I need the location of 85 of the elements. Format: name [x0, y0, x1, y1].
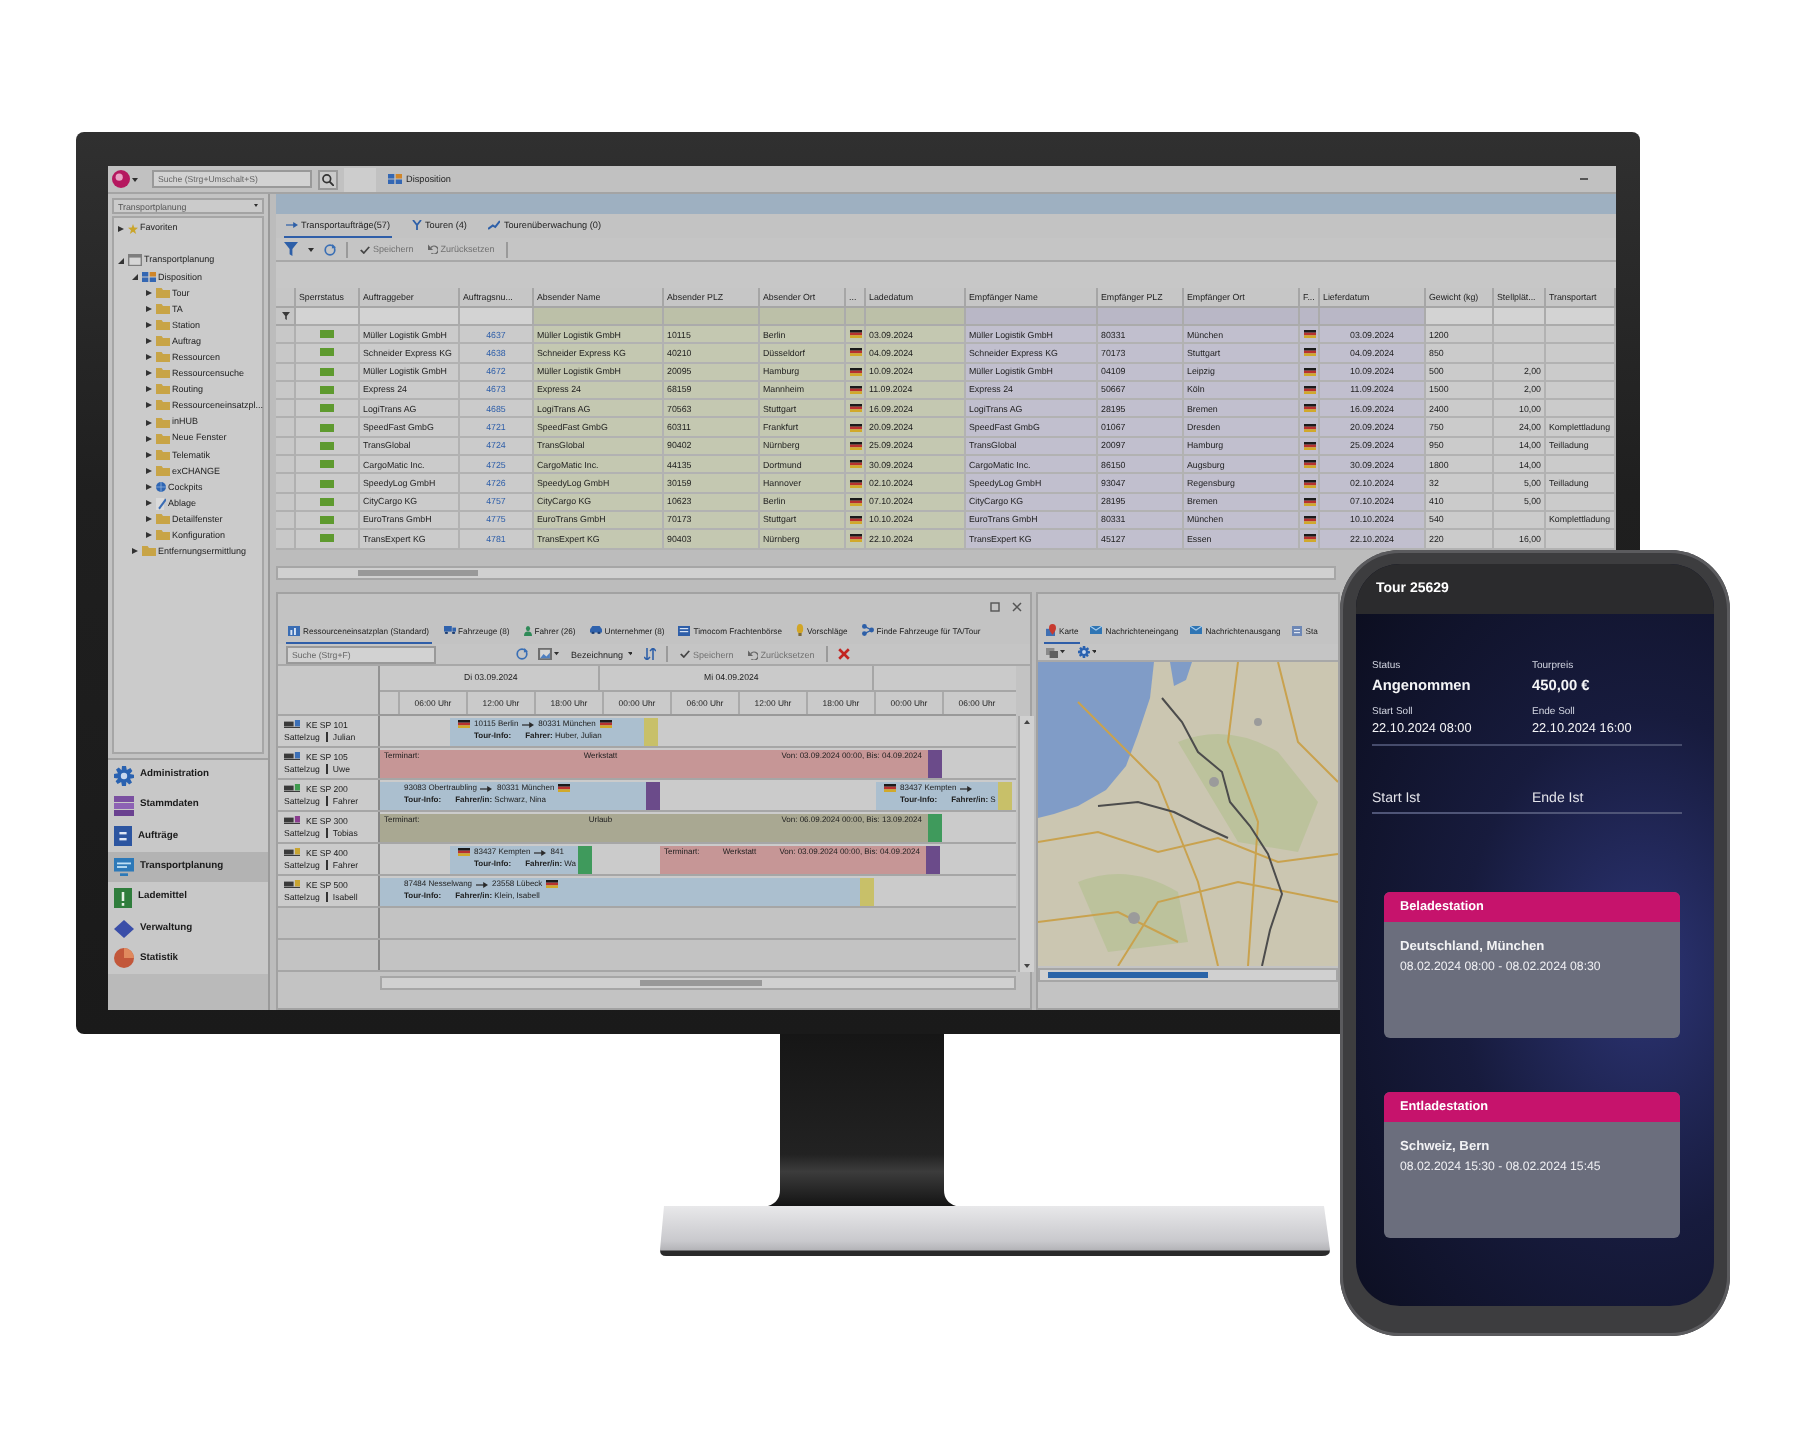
delete-icon[interactable]: [838, 648, 851, 660]
filter-field[interactable]: [360, 308, 460, 326]
diamond-icon: [114, 919, 134, 938]
pie-chart-icon: [114, 948, 134, 969]
check-icon: [680, 650, 691, 658]
maximize-icon[interactable]: [990, 601, 1000, 611]
filter-field[interactable]: [534, 308, 664, 326]
filter-icon[interactable]: [284, 242, 298, 256]
undo-icon: [427, 244, 438, 254]
caret-icon: [554, 652, 559, 656]
table-cell: [1546, 344, 1616, 364]
filter-field[interactable]: [664, 308, 760, 326]
exclamation-icon: [114, 887, 132, 908]
vertical-scrollbar[interactable]: [1018, 716, 1034, 972]
filter-field[interactable]: [296, 308, 360, 326]
filter-icon[interactable]: [281, 312, 289, 320]
horizontal-scrollbar[interactable]: [1038, 968, 1338, 982]
horizontal-scrollbar[interactable]: [380, 976, 1016, 990]
gear-icon: [1077, 646, 1089, 658]
caret-icon: [132, 177, 138, 181]
tiles-icon: [388, 174, 402, 184]
layers-dropdown[interactable]: [1046, 647, 1065, 657]
envelope-icon: [1190, 626, 1203, 634]
gear-icon: [114, 765, 134, 786]
star-icon: [127, 223, 137, 234]
check-icon: [360, 245, 370, 253]
network-icon: [861, 624, 874, 636]
caret-icon: [1024, 720, 1030, 724]
caret-icon: [1091, 650, 1096, 654]
caret-icon: [1060, 650, 1065, 654]
list-icon: [678, 625, 691, 635]
car-icon: [589, 626, 602, 634]
filter-field[interactable]: [1426, 308, 1494, 326]
filter-field[interactable]: [1494, 308, 1546, 326]
table-cell: [1546, 400, 1616, 419]
caret-icon: [627, 652, 633, 656]
filter-field[interactable]: [1184, 308, 1300, 326]
layers-icon: [1046, 647, 1058, 657]
bulb-icon: [796, 624, 805, 636]
document-icon: [114, 826, 132, 847]
stack-icon: [114, 795, 134, 816]
map-pin-icon: [1046, 624, 1056, 636]
line-chart-icon: [488, 220, 501, 230]
person-icon: [523, 625, 532, 635]
table-cell: [1546, 326, 1616, 345]
search-icon: [322, 173, 334, 185]
filter-field[interactable]: [1098, 308, 1184, 326]
image-icon: [538, 648, 552, 660]
image-dropdown[interactable]: [538, 648, 559, 660]
close-icon[interactable]: [1012, 601, 1022, 611]
filter-field[interactable]: [1320, 308, 1426, 326]
filter-field[interactable]: [846, 308, 866, 326]
caret-icon: [254, 204, 258, 208]
filter-field[interactable]: [1300, 308, 1320, 326]
refresh-icon[interactable]: [324, 243, 336, 255]
window-icon: [127, 254, 141, 267]
envelope-icon: [1090, 626, 1103, 634]
bar-chart-icon: [288, 625, 300, 635]
logo-icon: [112, 170, 130, 188]
table-cell: [1546, 456, 1616, 475]
sort-icon[interactable]: [644, 648, 657, 660]
filter-field[interactable]: [760, 308, 846, 326]
filter-field[interactable]: [966, 308, 1098, 326]
undo-icon: [747, 649, 758, 659]
horizontal-scrollbar[interactable]: [276, 565, 1336, 580]
globe-icon: [155, 481, 165, 492]
filter-field[interactable]: [866, 308, 966, 326]
filter-field[interactable]: [460, 308, 534, 326]
caret-icon[interactable]: [132, 273, 138, 280]
document-pen-icon: [155, 497, 165, 510]
truck-icon: [443, 626, 456, 634]
table-cell: [1546, 530, 1616, 550]
caret-icon: [308, 247, 314, 251]
settings-dropdown[interactable]: [1077, 646, 1096, 658]
search-button[interactable]: [318, 169, 338, 189]
logo-menu-button[interactable]: [112, 170, 138, 188]
caret-icon: [1024, 964, 1030, 968]
table-cell: [1494, 344, 1546, 364]
list-icon: [1292, 625, 1303, 635]
filter-field[interactable]: [1546, 308, 1616, 326]
monitor-icon: [114, 857, 134, 876]
fork-icon: [412, 220, 423, 230]
refresh-icon[interactable]: [516, 648, 528, 660]
table-cell: [1494, 326, 1546, 345]
tiles-icon: [141, 271, 155, 282]
